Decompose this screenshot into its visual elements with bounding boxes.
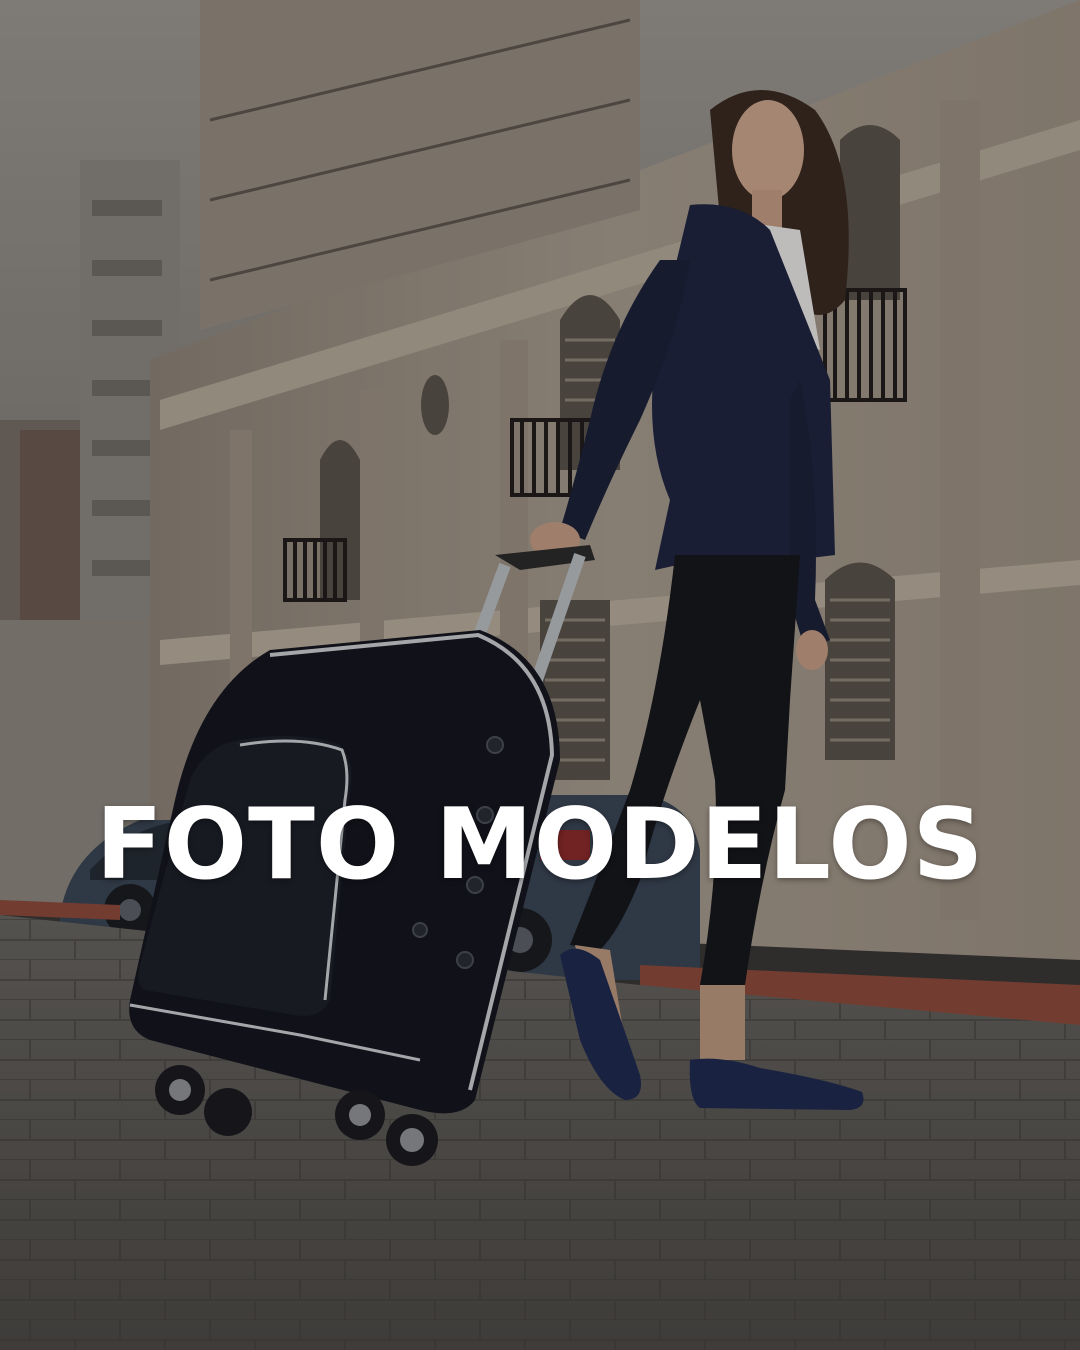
photo-frame: FOTO MODELOS xyxy=(0,0,1080,1350)
street-scene-photo xyxy=(0,0,1080,1350)
headline: FOTO MODELOS xyxy=(95,788,985,902)
